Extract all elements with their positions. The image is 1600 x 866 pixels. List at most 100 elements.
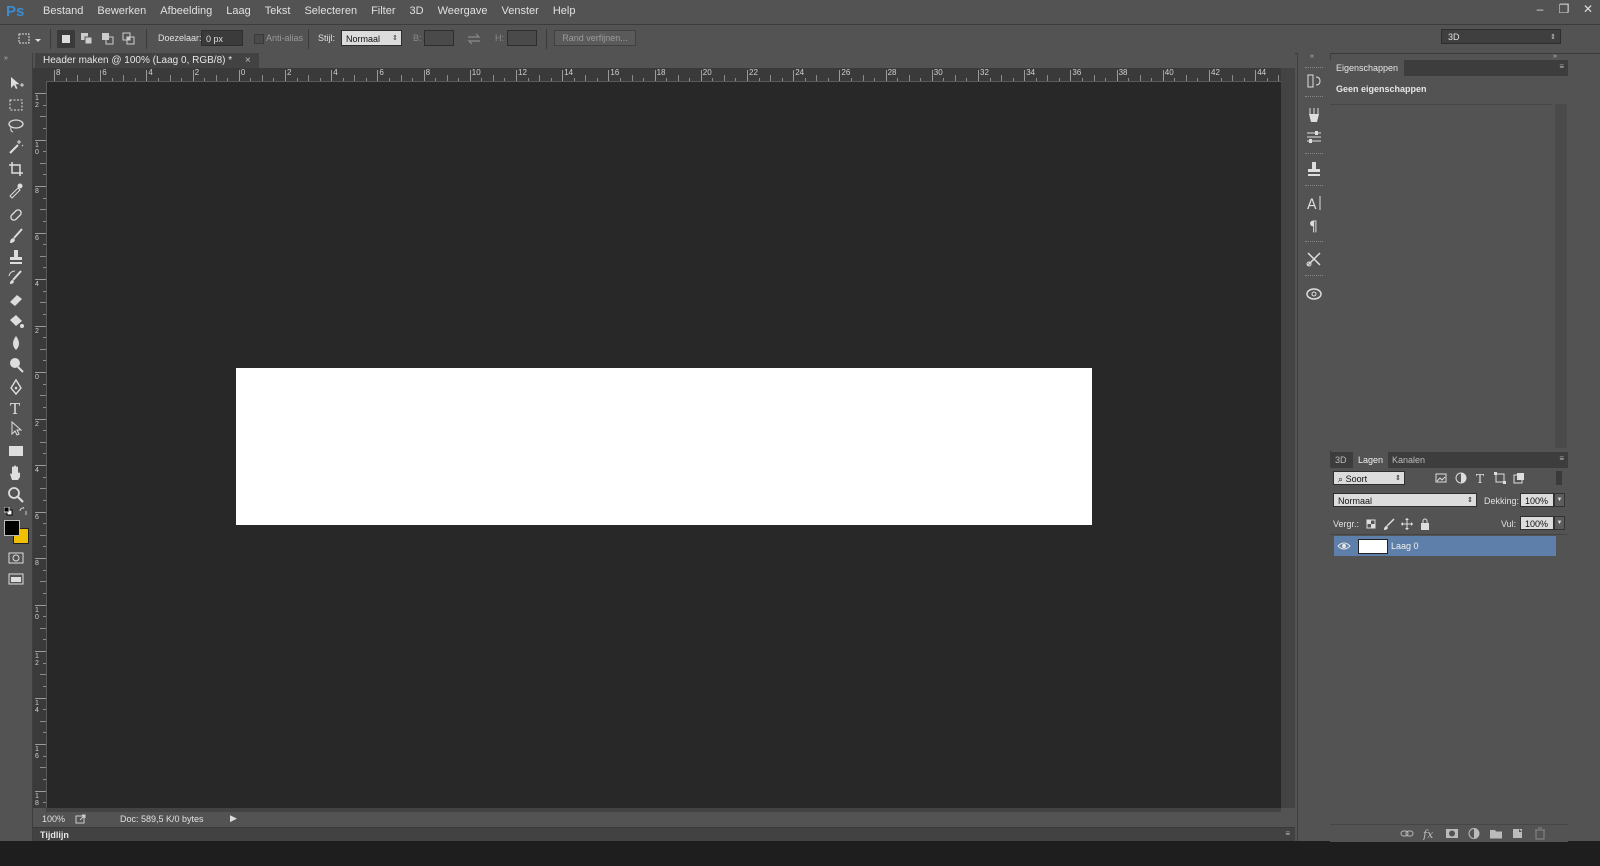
eyedropper-tool-icon[interactable] bbox=[6, 180, 26, 200]
canvas-workspace[interactable] bbox=[47, 82, 1281, 808]
character-panel-icon[interactable]: A bbox=[1304, 193, 1324, 213]
horizontal-ruler[interactable]: 8 6 4 2 0 2 4 6 8 10 12 14 16 18 20 22 24 26 28 30 32 34 36 38 4… bbox=[46, 68, 1281, 82]
dodge-tool-icon[interactable] bbox=[6, 355, 26, 375]
lock-transparency-icon[interactable] bbox=[1364, 517, 1378, 531]
feather-input[interactable]: 0 px bbox=[201, 30, 243, 46]
lock-position-icon[interactable] bbox=[1400, 517, 1414, 531]
restore-button[interactable]: ❐ bbox=[1552, 0, 1576, 18]
delete-layer-icon[interactable] bbox=[1533, 827, 1547, 840]
collapse-icon[interactable]: » bbox=[4, 55, 8, 62]
healing-brush-tool-icon[interactable] bbox=[6, 205, 26, 225]
swap-dimensions-icon[interactable] bbox=[466, 31, 482, 47]
antialias-checkbox[interactable] bbox=[254, 34, 264, 44]
export-icon[interactable] bbox=[75, 813, 87, 825]
intersect-selection-icon[interactable] bbox=[120, 30, 138, 48]
refine-edge-button[interactable]: Rand verfijnen... bbox=[554, 30, 636, 46]
width-input[interactable] bbox=[424, 30, 454, 46]
menu-bewerken[interactable]: Bewerken bbox=[90, 0, 153, 22]
vertical-scrollbar[interactable] bbox=[1281, 68, 1295, 808]
height-input[interactable] bbox=[507, 30, 537, 46]
brush-presets-icon[interactable] bbox=[1304, 105, 1324, 125]
quick-mask-icon[interactable] bbox=[6, 548, 26, 568]
zoom-tool-icon[interactable] bbox=[6, 485, 26, 505]
swap-colors-icon[interactable] bbox=[19, 507, 28, 516]
hand-tool-icon[interactable] bbox=[6, 463, 26, 483]
screen-mode-icon[interactable] bbox=[6, 570, 26, 590]
workspace-select[interactable]: 3D ⇕ bbox=[1441, 29, 1561, 44]
marquee-preset-icon[interactable] bbox=[16, 30, 41, 48]
panel-menu-icon[interactable]: ≡ bbox=[1559, 454, 1564, 463]
type-tool-icon[interactable]: T bbox=[6, 398, 26, 418]
collapse-icon[interactable]: « bbox=[1310, 53, 1314, 60]
adjustments-icon[interactable] bbox=[1304, 127, 1324, 147]
menu-filter[interactable]: Filter bbox=[364, 0, 402, 22]
filter-toggle[interactable] bbox=[1556, 471, 1562, 485]
foreground-color-swatch[interactable] bbox=[4, 520, 20, 536]
filter-shape-icon[interactable] bbox=[1493, 471, 1507, 485]
zoom-level[interactable]: 100% bbox=[42, 814, 65, 824]
rectangle-tool-icon[interactable] bbox=[6, 441, 26, 461]
tool-presets-icon[interactable] bbox=[1304, 249, 1324, 269]
minimize-button[interactable]: – bbox=[1528, 0, 1552, 18]
subtract-selection-icon[interactable] bbox=[99, 30, 117, 48]
properties-scrollbar[interactable] bbox=[1555, 104, 1567, 448]
vertical-ruler[interactable]: 12 10 8 6 4 2 0 2 4 6 8 10 12 14 16 18 bbox=[33, 81, 47, 808]
menu-tekst[interactable]: Tekst bbox=[258, 0, 298, 22]
lock-pixels-icon[interactable] bbox=[1382, 517, 1396, 531]
filter-adjustment-icon[interactable] bbox=[1454, 471, 1468, 485]
paragraph-panel-icon[interactable]: ¶ bbox=[1304, 215, 1324, 235]
ruler-origin[interactable] bbox=[33, 68, 46, 81]
new-selection-icon[interactable] bbox=[57, 30, 75, 48]
menu-help[interactable]: Help bbox=[546, 0, 583, 22]
clone-stamp-tool-icon[interactable] bbox=[6, 247, 26, 267]
history-panel-icon[interactable] bbox=[1304, 71, 1324, 91]
fill-dropdown-icon[interactable]: ▼ bbox=[1554, 516, 1565, 530]
blend-mode-select[interactable]: Normaal ⇕ bbox=[1333, 493, 1477, 507]
new-layer-icon[interactable] bbox=[1511, 827, 1525, 840]
move-tool-icon[interactable] bbox=[6, 73, 26, 93]
layer-name[interactable]: Laag 0 bbox=[1391, 541, 1419, 551]
menu-laag[interactable]: Laag bbox=[219, 0, 257, 22]
layer-item[interactable]: Laag 0 bbox=[1334, 536, 1556, 556]
opacity-dropdown-icon[interactable]: ▼ bbox=[1554, 493, 1565, 507]
document-canvas[interactable] bbox=[236, 368, 1092, 525]
panel-menu-icon[interactable]: ≡ bbox=[1559, 62, 1564, 71]
path-selection-tool-icon[interactable] bbox=[6, 419, 26, 439]
menu-weergave[interactable]: Weergave bbox=[431, 0, 495, 22]
lock-all-icon[interactable] bbox=[1418, 517, 1432, 531]
menu-bestand[interactable]: Bestand bbox=[36, 0, 90, 22]
menu-venster[interactable]: Venster bbox=[495, 0, 546, 22]
new-group-folder-icon[interactable] bbox=[1489, 827, 1503, 840]
marquee-tool-icon[interactable] bbox=[6, 95, 26, 115]
tab-3d[interactable]: 3D bbox=[1330, 452, 1352, 468]
magic-wand-tool-icon[interactable] bbox=[6, 137, 26, 157]
lasso-tool-icon[interactable] bbox=[6, 116, 26, 136]
fill-input[interactable]: 100% bbox=[1520, 516, 1554, 530]
style-select[interactable]: Normaal ⇕ bbox=[341, 30, 402, 46]
eraser-tool-icon[interactable] bbox=[6, 289, 26, 309]
document-close-icon[interactable]: × bbox=[245, 55, 251, 66]
panel-menu-icon[interactable]: ≡ bbox=[1285, 829, 1290, 838]
pen-tool-icon[interactable] bbox=[6, 377, 26, 397]
properties-tab[interactable]: Eigenschappen bbox=[1330, 60, 1405, 76]
menu-afbeelding[interactable]: Afbeelding bbox=[153, 0, 219, 22]
paint-bucket-tool-icon[interactable] bbox=[6, 311, 26, 331]
document-tab[interactable]: Header maken @ 100% (Laag 0, RGB/8) * × bbox=[35, 53, 259, 68]
crop-tool-icon[interactable] bbox=[6, 159, 26, 179]
new-adjustment-layer-icon[interactable] bbox=[1467, 827, 1481, 840]
link-layers-icon[interactable] bbox=[1400, 827, 1414, 840]
tab-kanalen[interactable]: Kanalen bbox=[1387, 452, 1430, 468]
blur-tool-icon[interactable] bbox=[6, 333, 26, 353]
add-mask-icon[interactable] bbox=[1445, 827, 1459, 840]
menu-selecteren[interactable]: Selecteren bbox=[297, 0, 364, 22]
clone-source-icon[interactable] bbox=[1304, 159, 1324, 179]
menu-3d[interactable]: 3D bbox=[403, 0, 431, 22]
cc-libraries-icon[interactable] bbox=[1304, 283, 1324, 303]
layer-filter-select[interactable]: ⌕ Soort ⇕ bbox=[1333, 471, 1405, 485]
opacity-input[interactable]: 100% bbox=[1520, 493, 1554, 507]
filter-smart-object-icon[interactable] bbox=[1512, 471, 1526, 485]
status-menu-icon[interactable]: ▶ bbox=[230, 813, 237, 824]
history-brush-tool-icon[interactable] bbox=[6, 268, 26, 288]
tab-lagen[interactable]: Lagen bbox=[1353, 452, 1389, 468]
visibility-eye-icon[interactable] bbox=[1337, 540, 1351, 552]
